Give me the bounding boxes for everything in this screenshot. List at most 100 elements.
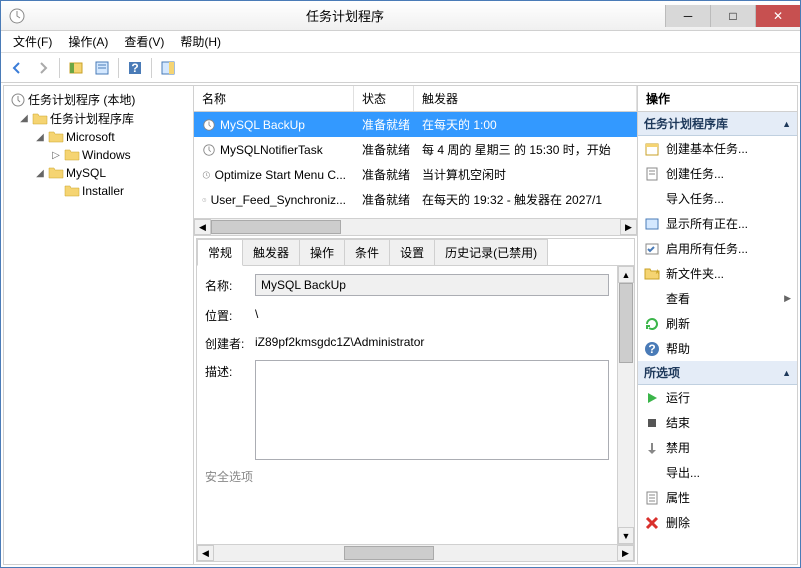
center-panel: 名称 状态 触发器 MySQL BackUp准备就绪在每天的 1:00MySQL… <box>194 86 637 564</box>
properties-button[interactable] <box>90 56 114 80</box>
action-运行[interactable]: 运行 <box>638 385 797 410</box>
col-header-status[interactable]: 状态 <box>354 86 414 111</box>
tree-label: 任务计划程序库 <box>50 110 134 127</box>
tree-label: Installer <box>82 184 124 198</box>
task-row[interactable]: Optimize Start Menu C...准备就绪当计算机空闲时 <box>194 162 637 187</box>
task-trigger-cell: 每 4 周的 星期三 的 15:30 时，开始 <box>414 139 637 160</box>
list-body: MySQL BackUp准备就绪在每天的 1:00MySQLNotifierTa… <box>194 112 637 218</box>
tree-mysql[interactable]: ◢ MySQL <box>6 164 191 182</box>
scroll-thumb[interactable] <box>344 546 434 560</box>
action-新文件夹[interactable]: * 新文件夹... <box>638 261 797 286</box>
delete-icon <box>644 515 660 531</box>
folder-icon <box>48 129 64 145</box>
scroll-left-button[interactable]: ◀ <box>197 545 214 561</box>
tab-triggers[interactable]: 触发器 <box>242 239 300 265</box>
folder-icon <box>64 183 80 199</box>
horizontal-scrollbar[interactable]: ◀ ▶ <box>197 544 634 561</box>
blank-icon <box>644 291 660 307</box>
action-帮助[interactable]: ?帮助 <box>638 336 797 361</box>
expand-icon[interactable]: ▷ <box>50 149 62 161</box>
scroll-thumb[interactable] <box>211 220 341 234</box>
app-icon <box>9 8 25 24</box>
menu-view[interactable]: 查看(V) <box>116 31 172 52</box>
action-label: 删除 <box>666 514 690 531</box>
action-创建任务[interactable]: 创建任务... <box>638 161 797 186</box>
nav-forward-button[interactable] <box>31 56 55 80</box>
tree-library[interactable]: ◢ 任务计划程序库 <box>6 109 191 128</box>
scroll-thumb[interactable] <box>619 283 633 363</box>
scroll-track[interactable] <box>618 283 634 527</box>
tab-settings[interactable]: 设置 <box>389 239 435 265</box>
action-查看[interactable]: 查看▶ <box>638 286 797 311</box>
collapse-icon[interactable]: ◢ <box>34 167 46 179</box>
tab-content: 名称: 位置: \ 创建者: iZ89pf2kmsgdc1Z\Administr… <box>197 266 634 544</box>
action-结束[interactable]: 结束 <box>638 410 797 435</box>
action-显示所有正在[interactable]: 显示所有正在... <box>638 211 797 236</box>
minimize-button[interactable]: ─ <box>665 5 710 27</box>
detail-tabs: 常规 触发器 操作 条件 设置 历史记录(已禁用) <box>197 239 634 266</box>
scroll-down-button[interactable]: ▼ <box>618 527 634 544</box>
newfolder-icon: * <box>644 266 660 282</box>
action-section-library[interactable]: 任务计划程序库 ▲ <box>638 112 797 136</box>
help-button[interactable]: ? <box>123 56 147 80</box>
task-row[interactable]: MySQLNotifierTask准备就绪每 4 周的 星期三 的 15:30 … <box>194 137 637 162</box>
action-刷新[interactable]: 刷新 <box>638 311 797 336</box>
scroll-up-button[interactable]: ▲ <box>618 266 634 283</box>
action-section-selected[interactable]: 所选项 ▲ <box>638 361 797 385</box>
menu-action[interactable]: 操作(A) <box>60 31 116 52</box>
scroll-track[interactable] <box>211 219 620 235</box>
section-title: 任务计划程序库 <box>644 115 728 132</box>
tree-installer[interactable]: Installer <box>6 182 191 200</box>
action-label: 刷新 <box>666 315 690 332</box>
action-删除[interactable]: 删除 <box>638 510 797 535</box>
scroll-right-button[interactable]: ▶ <box>617 545 634 561</box>
scroll-left-button[interactable]: ◀ <box>194 219 211 235</box>
horizontal-scrollbar[interactable]: ◀ ▶ <box>194 218 637 235</box>
task-row[interactable]: MySQL BackUp准备就绪在每天的 1:00 <box>194 112 637 137</box>
close-button[interactable]: ✕ <box>755 5 800 27</box>
tab-history[interactable]: 历史记录(已禁用) <box>434 239 548 265</box>
author-value: iZ89pf2kmsgdc1Z\Administrator <box>255 332 424 352</box>
col-header-name[interactable]: 名称 <box>194 86 354 111</box>
show-hide-tree-button[interactable] <box>64 56 88 80</box>
action-label: 启用所有任务... <box>666 240 748 257</box>
action-导入任务[interactable]: 导入任务... <box>638 186 797 211</box>
collapse-icon[interactable]: ◢ <box>18 113 30 125</box>
folder-icon <box>32 111 48 127</box>
action-启用所有任务[interactable]: 启用所有任务... <box>638 236 797 261</box>
menu-file[interactable]: 文件(F) <box>5 31 60 52</box>
task-name-cell: Optimize Start Menu C... <box>194 164 354 185</box>
tree-windows[interactable]: ▷ Windows <box>6 146 191 164</box>
nav-back-button[interactable] <box>5 56 29 80</box>
tab-actions[interactable]: 操作 <box>299 239 345 265</box>
calendar-icon <box>644 141 660 157</box>
task-trigger-cell: 在每天的 1:00 <box>414 114 637 135</box>
security-options-label: 安全选项 <box>205 468 253 485</box>
scroll-right-button[interactable]: ▶ <box>620 219 637 235</box>
maximize-button[interactable]: □ <box>710 5 755 27</box>
chevron-right-icon: ▶ <box>784 293 791 304</box>
show-action-pane-button[interactable] <box>156 56 180 80</box>
collapse-icon[interactable]: ▲ <box>782 119 791 129</box>
action-创建基本任务[interactable]: 创建基本任务... <box>638 136 797 161</box>
action-禁用[interactable]: 禁用 <box>638 435 797 460</box>
tab-general[interactable]: 常规 <box>197 239 243 266</box>
col-header-trigger[interactable]: 触发器 <box>414 86 637 111</box>
name-input[interactable] <box>255 274 609 296</box>
task-name-cell: MySQLNotifierTask <box>194 139 354 160</box>
vertical-scrollbar[interactable]: ▲ ▼ <box>617 266 634 544</box>
tree-microsoft[interactable]: ◢ Microsoft <box>6 128 191 146</box>
collapse-icon[interactable]: ◢ <box>34 131 46 143</box>
description-textarea[interactable] <box>255 360 609 460</box>
tree-root[interactable]: 任务计划程序 (本地) <box>6 90 191 109</box>
action-导出[interactable]: 导出... <box>638 460 797 485</box>
author-label: 创建者: <box>205 332 255 352</box>
menu-help[interactable]: 帮助(H) <box>172 31 229 52</box>
collapse-icon[interactable]: ▲ <box>782 368 791 378</box>
action-label: 新文件夹... <box>666 265 724 282</box>
action-属性[interactable]: 属性 <box>638 485 797 510</box>
general-form: 名称: 位置: \ 创建者: iZ89pf2kmsgdc1Z\Administr… <box>197 266 617 544</box>
tab-conditions[interactable]: 条件 <box>344 239 390 265</box>
task-row[interactable]: User_Feed_Synchroniz...准备就绪在每天的 19:32 - … <box>194 187 637 212</box>
scroll-track[interactable] <box>214 545 617 561</box>
